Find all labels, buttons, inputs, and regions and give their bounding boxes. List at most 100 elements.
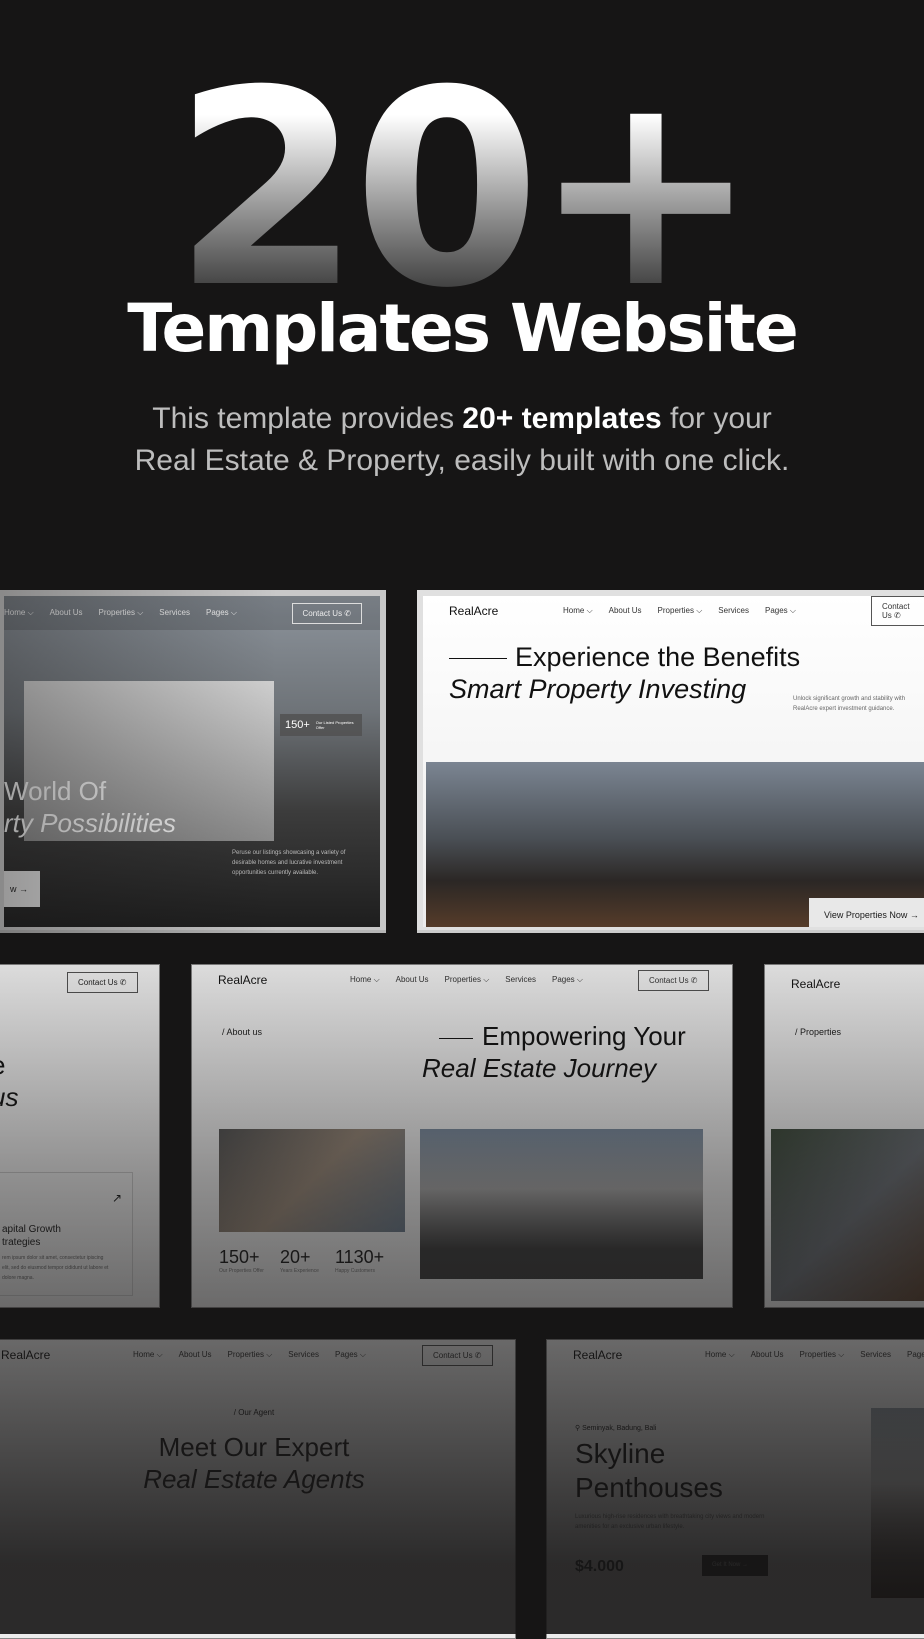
heading: Experience the Benefits bbox=[515, 642, 801, 672]
nav-pages[interactable]: Pages ⌵ bbox=[206, 608, 237, 618]
stat-value: 20+ bbox=[279, 1247, 311, 1267]
divider-line bbox=[439, 1038, 473, 1039]
heading: e bbox=[0, 1050, 5, 1081]
heading-italic: Real Estate Agents bbox=[143, 1464, 365, 1494]
house-photo bbox=[771, 1129, 924, 1301]
stat-item: 150+ Our Properties Offer bbox=[219, 1247, 264, 1274]
nav-bar: RealAcre Home ⌵ About Us Properties ⌵ Servi… bbox=[423, 596, 924, 626]
nav-bar: Home ⌵ About Us Properties ⌵ Services Pages … bbox=[4, 596, 380, 630]
logo[interactable]: RealAcre bbox=[573, 1348, 622, 1362]
contact-button[interactable]: Contact Us ✆ bbox=[67, 972, 138, 993]
heading: Empowering Your bbox=[482, 1021, 686, 1051]
logo[interactable]: RealAcre bbox=[449, 604, 498, 618]
stat-item: 20+ Years Experience bbox=[280, 1247, 319, 1274]
hero-title: Templates Website bbox=[127, 290, 798, 367]
feature-title: apital Growth trategies bbox=[2, 1224, 61, 1248]
nav-about[interactable]: About Us bbox=[609, 606, 642, 616]
nav-properties[interactable]: Properties ⌵ bbox=[228, 1350, 273, 1360]
template-preview-agents: RealAcre Home ⌵ About Us Properties ⌵ Servi… bbox=[0, 1339, 516, 1639]
view-properties-button[interactable]: View Properties Now → bbox=[809, 898, 924, 927]
trend-up-icon: ↗ bbox=[111, 1191, 122, 1205]
logo[interactable]: RealAcre bbox=[791, 977, 840, 991]
house-photo bbox=[420, 1129, 703, 1279]
logo[interactable]: RealAcre bbox=[1, 1348, 50, 1362]
hero-description: Peruse our listings showcasing a variety… bbox=[232, 850, 346, 876]
nav-links: Home ⌵ About Us Properties ⌵ Services Pages … bbox=[133, 1350, 366, 1360]
section-label: / Properties bbox=[795, 1027, 842, 1037]
contact-button[interactable]: Contact Us ✆ bbox=[422, 1344, 493, 1366]
nav-home[interactable]: Home ⌵ bbox=[4, 608, 34, 618]
heading: Skyline bbox=[575, 1438, 666, 1469]
section-label: / Our Agent bbox=[233, 1408, 275, 1417]
nav-properties[interactable]: Properties ⌵ bbox=[800, 1350, 845, 1360]
template-preview-benefits: RealAcre Home ⌵ About Us Properties ⌵ Servi… bbox=[417, 590, 924, 933]
stat-value: 1130+ bbox=[334, 1247, 385, 1267]
section-label: / About us bbox=[222, 1027, 263, 1037]
nav-properties[interactable]: Properties ⌵ bbox=[99, 608, 144, 618]
nav-home[interactable]: Home ⌵ bbox=[705, 1350, 735, 1360]
heading-italic: Real Estate Journey bbox=[422, 1053, 657, 1083]
nav-pages[interactable]: Pages ⌵ bbox=[765, 606, 796, 616]
heading: Meet Our Expert bbox=[158, 1432, 350, 1462]
nav-home[interactable]: Home ⌵ bbox=[350, 975, 380, 985]
nav-links: Home ⌵ About Us Properties ⌵ Services Pages … bbox=[4, 608, 237, 618]
heading-line2: Penthouses bbox=[575, 1472, 723, 1503]
nav-services[interactable]: Services bbox=[505, 975, 536, 985]
stat-label: Years Experience bbox=[279, 1268, 319, 1274]
contact-button[interactable]: Contact Us ✆ bbox=[638, 969, 709, 991]
nav-bar: RealAcre Home ⌵ About Us Properties ⌵ Servi… bbox=[192, 965, 732, 995]
template-preview-hero-dark: Home ⌵ About Us Properties ⌵ Services Pages … bbox=[0, 590, 386, 933]
template-preview-about: RealAcre Home ⌵ About Us Properties ⌵ Servi… bbox=[191, 964, 733, 1308]
nav-services[interactable]: Services bbox=[159, 608, 190, 618]
nav-bar: RealAcre Home ⌵ About Us Properties ⌵ Servi… bbox=[0, 1340, 515, 1370]
nav-pages[interactable]: Pages ⌵ bbox=[335, 1350, 366, 1360]
subtitle-line2: Real Estate & Property, easily built wit… bbox=[134, 444, 790, 477]
nav-properties[interactable]: Properties ⌵ bbox=[658, 606, 703, 616]
location-text: Seminyak, Badung, Bali bbox=[582, 1425, 657, 1432]
nav-services[interactable]: Services bbox=[718, 606, 749, 616]
nav-properties[interactable]: Properties ⌵ bbox=[445, 975, 490, 985]
stat-item: 1130+ Happy Customers bbox=[335, 1247, 384, 1274]
stat-value: 150+ bbox=[219, 1247, 260, 1267]
section-label-text: Our Agent bbox=[238, 1408, 275, 1417]
nav-links: Home ⌵ About Us Properties ⌵ Services Pages … bbox=[350, 975, 583, 985]
feature-card: ↗ apital Growth trategies rem ipsum dolo… bbox=[0, 1172, 133, 1296]
cta-button[interactable]: w → bbox=[4, 871, 40, 907]
nav-pages[interactable]: Pages ⌵ bbox=[552, 975, 583, 985]
nav-about[interactable]: About Us bbox=[396, 975, 429, 985]
location: ⚲ Seminyak, Badung, Bali bbox=[575, 1424, 656, 1432]
map-pin-icon: ⚲ bbox=[575, 1425, 581, 1432]
feature-description: rem ipsum dolor sit amet, consectetur ip… bbox=[2, 1255, 109, 1281]
stat-value: 150+ bbox=[285, 719, 310, 731]
description: Luxurious high-rise residences with brea… bbox=[575, 1514, 765, 1530]
get-it-now-button[interactable]: Get It Now → bbox=[702, 1555, 768, 1576]
subtitle-text: This template provides bbox=[152, 402, 463, 435]
nav-links: Home ⌵ About Us Properties ⌵ Services Pages … bbox=[705, 1350, 924, 1360]
contact-button[interactable]: Contact Us ✆ bbox=[871, 596, 924, 626]
nav-about[interactable]: About Us bbox=[179, 1350, 212, 1360]
hero-heading-italic: rty Possibilities bbox=[4, 808, 176, 838]
nav-pages[interactable]: Pages ⌵ bbox=[907, 1350, 924, 1360]
nav-services[interactable]: Services bbox=[288, 1350, 319, 1360]
hero-heading: World Of bbox=[4, 776, 107, 806]
divider-line bbox=[449, 658, 507, 659]
people-photo bbox=[219, 1129, 405, 1232]
hero-subtitle: This template provides 20+ templates for… bbox=[0, 398, 924, 482]
subtitle-text: for your bbox=[661, 402, 772, 435]
logo[interactable]: RealAcre bbox=[218, 973, 267, 987]
nav-about[interactable]: About Us bbox=[50, 608, 83, 618]
template-preview-property-detail: RealAcre Home ⌵ About Us Properties ⌵ Servi… bbox=[546, 1339, 924, 1639]
heading-italic: us bbox=[0, 1082, 19, 1112]
section-label-text: Properties bbox=[800, 1027, 842, 1037]
contact-button[interactable]: Contact Us ✆ bbox=[291, 602, 362, 624]
nav-services[interactable]: Services bbox=[860, 1350, 891, 1360]
heading-italic: Smart Property Investing bbox=[449, 674, 747, 704]
house-photo bbox=[871, 1408, 924, 1598]
nav-home[interactable]: Home ⌵ bbox=[133, 1350, 163, 1360]
stats-row: 150+ Our Properties Offer 20+ Years Experi… bbox=[219, 1247, 384, 1274]
nav-about[interactable]: About Us bbox=[751, 1350, 784, 1360]
subtitle-bold: 20+ templates bbox=[462, 402, 662, 435]
nav-home[interactable]: Home ⌵ bbox=[563, 606, 593, 616]
section-label-text: About us bbox=[226, 1027, 263, 1037]
description: Unlock significant growth and stability … bbox=[793, 696, 906, 712]
